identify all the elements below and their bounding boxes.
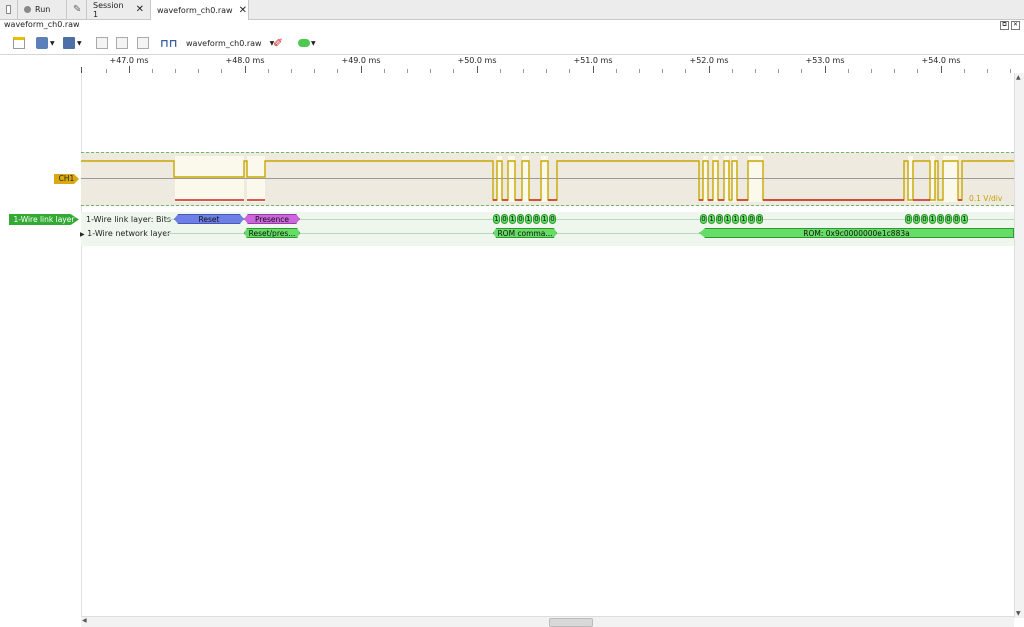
zoom-in-icon (96, 37, 108, 49)
ch1-badge[interactable]: CH1 (54, 174, 79, 184)
horizontal-scrollbar[interactable]: ◀ (81, 616, 1014, 627)
close-icon[interactable]: ✕ (239, 5, 247, 16)
tab-waveform-file[interactable]: waveform_ch0.raw ✕ (151, 0, 249, 20)
close-icon[interactable]: ✕ (136, 4, 144, 15)
ruler-label: +49.0 ms (341, 56, 381, 65)
bit-annotation[interactable]: 0 (533, 214, 540, 224)
blank-page-icon (6, 5, 11, 14)
bit-annotation[interactable]: 0 (716, 214, 723, 224)
add-decoder-button[interactable]: ▼ (298, 36, 316, 50)
zoom-fit-button[interactable] (137, 36, 149, 50)
save-icon (63, 37, 75, 49)
bit-annotation[interactable]: 1 (724, 214, 731, 224)
open-button[interactable]: ▼ (36, 36, 55, 50)
tab-file-label: waveform_ch0.raw (157, 5, 233, 15)
chevron-down-icon: ▼ (50, 39, 55, 47)
decoder-badge-label: 1-Wire link layer (13, 215, 75, 224)
close-icon[interactable]: ✕ (1011, 21, 1020, 30)
scroll-left-icon[interactable]: ◀ (82, 617, 87, 624)
tab-session-1[interactable]: Session 1 ✕ (87, 0, 151, 19)
ch1-waveform[interactable] (81, 150, 1014, 208)
bit-annotation[interactable]: 1 (509, 214, 516, 224)
presence-annotation[interactable]: Presence (244, 214, 300, 224)
ruler-label: +47.0 ms (109, 56, 149, 65)
new-document-icon (13, 37, 25, 49)
expand-triangle-icon[interactable]: ▶ (80, 231, 85, 238)
scroll-up-icon[interactable]: ▲ (1016, 74, 1021, 81)
run-icon (24, 6, 31, 13)
bit-annotation[interactable]: 1 (961, 214, 968, 224)
probe-config-button[interactable]: ✐ (273, 36, 283, 50)
bit-annotation[interactable]: 0 (501, 214, 508, 224)
bit-annotation[interactable]: 0 (913, 214, 920, 224)
tools-icon: ✎ (73, 4, 82, 15)
window-buttons: ⧉ ✕ (1000, 21, 1020, 30)
bit-annotation[interactable]: 0 (517, 214, 524, 224)
tab-session-label: Session 1 (93, 0, 124, 19)
bit-annotation[interactable]: 0 (549, 214, 556, 224)
probe-icon: ✐ (273, 36, 284, 50)
ruler-ticks (81, 66, 1011, 73)
bit-annotation[interactable]: 0 (945, 214, 952, 224)
chevron-down-icon: ▼ (77, 39, 82, 47)
time-ruler[interactable]: +47.0 ms +48.0 ms +49.0 ms +50.0 ms +51.… (81, 54, 1014, 73)
settings-tab[interactable]: ✎ (67, 0, 87, 19)
bit-annotation[interactable]: 1 (732, 214, 739, 224)
reset-annotation[interactable]: Reset (174, 214, 244, 224)
device-selector-label: waveform_ch0.raw (186, 38, 262, 48)
bit-annotation[interactable]: 0 (937, 214, 944, 224)
run-button[interactable]: Run (18, 0, 67, 19)
cursors-icon: ⊓⊓ (160, 36, 178, 50)
run-label: Run (35, 5, 51, 14)
device-selector[interactable]: waveform_ch0.raw ▼ (186, 36, 274, 50)
tab-bar: Run ✎ Session 1 ✕ waveform_ch0.raw ✕ (0, 0, 1024, 20)
zoom-in-button[interactable] (96, 36, 108, 50)
zoom-fit-icon (137, 37, 149, 49)
ruler-label: +51.0 ms (573, 56, 613, 65)
zoom-out-icon (116, 37, 128, 49)
bit-annotation[interactable]: 0 (748, 214, 755, 224)
cursor-button[interactable]: ⊓⊓ (160, 36, 178, 50)
link-row-label: 1-Wire link layer: Bits (86, 215, 172, 224)
network-row-label: ▶ 1-Wire network layer (80, 229, 171, 238)
ruler-label: +52.0 ms (689, 56, 729, 65)
bit-annotation[interactable]: 0 (953, 214, 960, 224)
new-view-button[interactable] (13, 36, 25, 50)
scroll-down-icon[interactable]: ▼ (1016, 610, 1021, 617)
float-icon[interactable]: ⧉ (1000, 21, 1009, 30)
bit-annotation[interactable]: 0 (756, 214, 763, 224)
reset-presence-annotation[interactable]: Reset/pres... (244, 228, 300, 238)
rom-command-annotation[interactable]: ROM comma... (493, 228, 557, 238)
ruler-label: +50.0 ms (457, 56, 497, 65)
rom-value-annotation[interactable]: ROM: 0x9c0000000e1c883a (699, 228, 1014, 238)
document-title: waveform_ch0.raw (4, 20, 80, 29)
bit-annotation[interactable]: 1 (541, 214, 548, 224)
new-session-tab[interactable] (0, 0, 18, 19)
chevron-down-icon: ▼ (311, 39, 316, 47)
ruler-label: +54.0 ms (921, 56, 961, 65)
decoder-icon (298, 39, 310, 47)
ruler-label: +53.0 ms (805, 56, 845, 65)
toolbar: ▼ ▼ ⊓⊓ waveform_ch0.raw ▼ ✐ ▼ (0, 32, 1024, 55)
bit-annotation[interactable]: 1 (493, 214, 500, 224)
bit-annotation[interactable]: 1 (708, 214, 715, 224)
folder-icon (36, 37, 48, 49)
bit-annotation[interactable]: 0 (700, 214, 707, 224)
ruler-label: +48.0 ms (225, 56, 265, 65)
ch1-label: CH1 (58, 174, 75, 183)
decoder-badge[interactable]: 1-Wire link layer (9, 214, 79, 225)
save-button[interactable]: ▼ (63, 36, 82, 50)
trace-header-column (0, 73, 82, 618)
bit-annotation[interactable]: 1 (740, 214, 747, 224)
ch1-scale-label: 0.1 V/div (969, 194, 1003, 203)
zoom-out-button[interactable] (116, 36, 128, 50)
vertical-scrollbar[interactable]: ▲ ▼ (1014, 73, 1024, 618)
bit-annotation[interactable]: 1 (929, 214, 936, 224)
bit-annotation[interactable]: 0 (921, 214, 928, 224)
bit-annotation[interactable]: 1 (525, 214, 532, 224)
bit-annotation[interactable]: 0 (905, 214, 912, 224)
